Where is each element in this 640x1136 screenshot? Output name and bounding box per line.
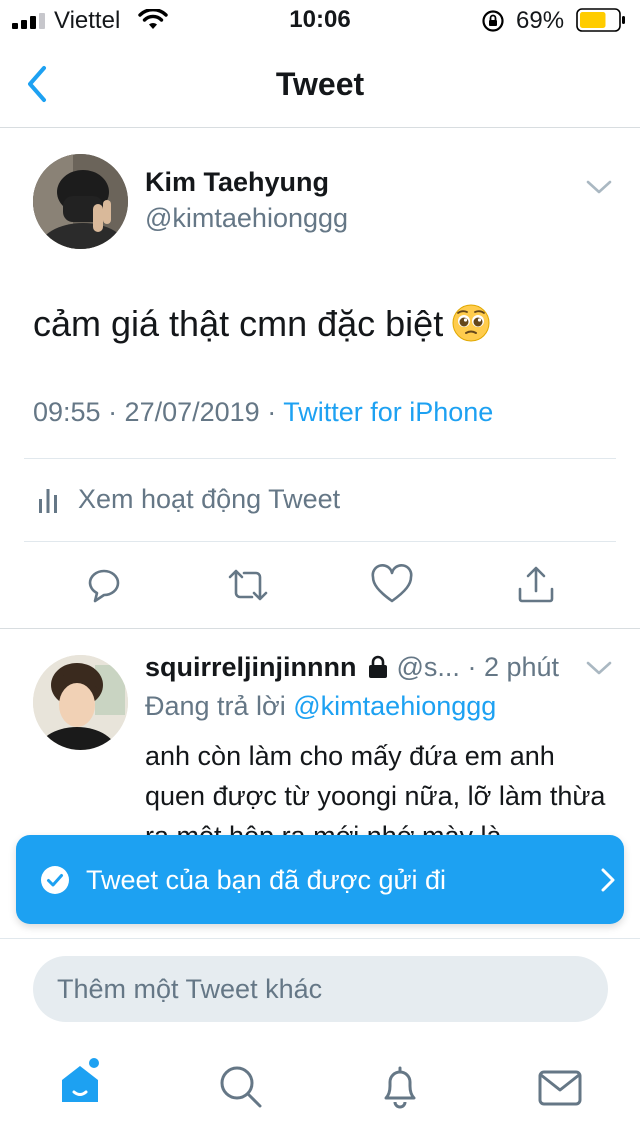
messages-icon[interactable] [536,1064,584,1112]
check-circle-icon [41,866,69,894]
author-avatar-image [33,154,128,249]
nav-bar: Tweet [0,40,640,128]
search-icon[interactable] [216,1062,264,1110]
author-name[interactable]: Kim Taehyung [145,167,329,198]
reply-avatar-image [33,655,128,750]
page-title: Tweet [275,66,365,102]
activity-bars-icon [39,489,57,513]
battery-icon [576,8,625,32]
author-avatar[interactable] [33,154,128,249]
chevron-down-icon[interactable] [585,178,613,196]
reply-icon[interactable] [82,563,126,607]
protected-lock-icon [368,655,387,678]
reply-text: anh còn làm cho mấy đứa em anh quen được… [145,741,606,836]
like-icon[interactable] [370,563,414,607]
notifications-icon[interactable] [376,1062,424,1110]
tweet-source-link[interactable]: Twitter for iPhone [283,397,493,427]
pleading-face-emoji-icon [452,304,490,342]
status-bar: Viettel 10:06 69% [0,0,640,40]
retweet-icon[interactable] [226,563,270,607]
replying-mention-link[interactable]: @kimtaehionggg [293,691,496,721]
replying-prefix: Đang trả lời [145,691,294,721]
tweet-timestamp: 09:55 · 27/07/2019 · [33,397,284,427]
compose-input[interactable]: Thêm một Tweet khác [33,956,608,1022]
share-icon[interactable] [514,563,558,607]
chevron-right-icon [601,868,615,892]
replying-to: Đang trả lời @kimtaehionggg [145,691,496,722]
reply-header: squirreljinjinnnn @s... · 2 phút [145,652,559,683]
tweet-text: cảm giá thật cmn đặc biệt [33,303,491,345]
reply-time: · 2 phút [467,652,560,682]
activity-label: Xem hoạt động Tweet [78,484,341,514]
reply-author-name[interactable]: squirreljinjinnnn [145,652,357,682]
tweet-activity-button[interactable]: Xem hoạt động Tweet [24,459,616,541]
chevron-down-icon[interactable] [585,659,613,677]
reply-author-avatar[interactable] [33,655,128,750]
tweet-meta: 09:55 · 27/07/2019 · Twitter for iPhone [33,397,493,428]
author-handle[interactable]: @kimtaehionggg [145,203,348,234]
divider [0,628,640,629]
rotation-lock-icon [482,10,504,32]
reply-author-handle[interactable]: @s... [397,652,460,682]
toast-message: Tweet của bạn đã được gửi đi [86,865,447,895]
tweet-sent-toast[interactable]: Tweet của bạn đã được gửi đi [16,835,624,924]
battery-percent: 69% [516,7,565,34]
tweet-text-content: cảm giá thật cmn đặc biệt [33,303,444,344]
divider [24,541,616,542]
home-icon[interactable] [56,1058,104,1106]
